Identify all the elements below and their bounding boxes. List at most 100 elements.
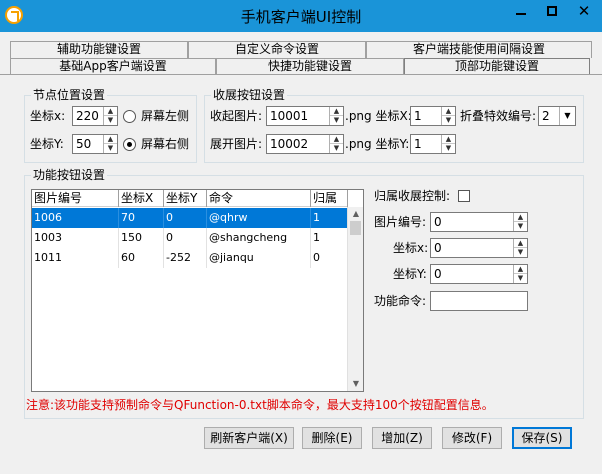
close-icon: ✕: [577, 1, 591, 20]
expand-img-value: 10002: [270, 137, 309, 151]
tab-basic-app[interactable]: 基础App客户端设置: [10, 58, 216, 75]
maximize-button[interactable]: [536, 0, 568, 22]
node-y-label: 坐标Y:: [30, 137, 64, 151]
spinner-arrows-icon[interactable]: ▲ ▼: [441, 107, 455, 125]
node-position-title: 节点位置设置: [31, 88, 108, 102]
img-no-label: 图片编号:: [374, 215, 427, 229]
delete-button[interactable]: 删除(E): [302, 427, 362, 449]
table-cell: 60: [119, 248, 164, 268]
radio-screen-left[interactable]: [123, 110, 136, 123]
tab-top-function-keys[interactable]: 顶部功能键设置: [404, 58, 590, 75]
table-cell: 0: [164, 228, 207, 248]
img-no-spinner[interactable]: 0 ▲ ▼: [430, 212, 528, 232]
spinner-arrows-icon[interactable]: ▲ ▼: [329, 135, 343, 153]
spinner-arrows-icon[interactable]: ▲ ▼: [329, 107, 343, 125]
spinner-arrows-icon[interactable]: ▲ ▼: [513, 239, 527, 257]
fold-effect-select[interactable]: 2 ▼: [538, 106, 576, 126]
table-cell: 70: [119, 208, 164, 228]
spinner-arrows-icon[interactable]: ▲ ▼: [513, 213, 527, 231]
scroll-up-icon[interactable]: ▲: [348, 207, 363, 221]
save-button[interactable]: 保存(S): [512, 427, 572, 449]
table-cell: @qhrw: [207, 208, 311, 228]
table-cell: @jianqu: [207, 248, 311, 268]
tab-custom-commands[interactable]: 自定义命令设置: [188, 41, 366, 58]
table-cell: 1011: [32, 248, 119, 268]
column-header[interactable]: 命令: [207, 190, 311, 207]
spinner-arrows-icon[interactable]: ▲ ▼: [513, 265, 527, 283]
collapse-button-title: 收展按钮设置: [211, 88, 288, 102]
edit-y-value: 0: [434, 267, 442, 281]
spinner-arrows-icon[interactable]: ▲ ▼: [103, 107, 117, 125]
table-cell: 0: [311, 248, 348, 268]
function-buttons-table[interactable]: 图片编号 坐标X 坐标Y 命令 归属 1006 70 0 @qhrw 1 100…: [31, 189, 364, 392]
tab-skill-interval[interactable]: 客户端技能使用间隔设置: [366, 41, 592, 58]
table-cell: 1: [311, 228, 348, 248]
radio-screen-left-label: 屏幕左侧: [141, 109, 190, 123]
spinner-arrows-icon[interactable]: ▲ ▼: [103, 135, 117, 153]
png-x-value: 1: [414, 109, 422, 123]
tab-aux-keys[interactable]: 辅助功能键设置: [10, 41, 188, 58]
column-header[interactable]: 图片编号: [32, 190, 119, 207]
table-row[interactable]: 1006 70 0 @qhrw 1: [32, 208, 348, 228]
collapse-button-group: 收展按钮设置: [204, 88, 584, 163]
table-cell: @shangcheng: [207, 228, 311, 248]
table-cell: 0: [164, 208, 207, 228]
refresh-client-button[interactable]: 刷新客户端(X): [204, 427, 294, 449]
cmd-label: 功能命令:: [374, 294, 427, 308]
scroll-thumb[interactable]: [350, 221, 361, 235]
radio-screen-right[interactable]: [123, 138, 136, 151]
table-row[interactable]: 1011 60 -252 @jianqu 0: [32, 248, 348, 268]
table-cell: 1: [311, 208, 348, 228]
function-buttons-title: 功能按钮设置: [31, 168, 108, 182]
close-button[interactable]: ✕: [566, 0, 602, 22]
node-y-spinner[interactable]: 50 ▲ ▼: [72, 134, 118, 154]
table-row[interactable]: 1003 150 0 @shangcheng 1: [32, 228, 348, 248]
add-button[interactable]: 增加(Z): [372, 427, 432, 449]
table-cell: 150: [119, 228, 164, 248]
minimize-button[interactable]: [505, 0, 537, 22]
node-x-spinner[interactable]: 220 ▲ ▼: [72, 106, 118, 126]
png-x-spinner[interactable]: 1 ▲ ▼: [410, 106, 456, 126]
belong-label: 归属收展控制:: [374, 189, 451, 203]
expand-img-spinner[interactable]: 10002 ▲ ▼: [266, 134, 344, 154]
tab-shortcut-keys[interactable]: 快捷功能键设置: [216, 58, 404, 75]
collapse-img-spinner[interactable]: 10001 ▲ ▼: [266, 106, 344, 126]
table-cell: -252: [164, 248, 207, 268]
table-cell: 1006: [32, 208, 119, 228]
minimize-icon: [516, 13, 526, 15]
spinner-arrows-icon[interactable]: ▲ ▼: [441, 135, 455, 153]
title-bar: 手机客户端UI控制 ✕: [0, 0, 602, 32]
node-x-label: 坐标x:: [30, 109, 66, 123]
png-y-spinner[interactable]: 1 ▲ ▼: [410, 134, 456, 154]
png-y-value: 1: [414, 137, 422, 151]
node-y-value: 50: [76, 137, 92, 151]
table-scrollbar[interactable]: ▲ ▼: [347, 207, 363, 391]
collapse-img-value: 10001: [270, 109, 309, 123]
column-header[interactable]: 坐标X: [119, 190, 164, 207]
edit-y-spinner[interactable]: 0 ▲ ▼: [430, 264, 528, 284]
modify-button[interactable]: 修改(F): [442, 427, 502, 449]
notice-text: 注意:该功能支持预制命令与QFunction-0.txt脚本命令，最大支持100…: [26, 398, 494, 412]
tab-divider: [0, 74, 602, 75]
radio-screen-right-label: 屏幕右侧: [141, 137, 190, 151]
edit-x-value: 0: [434, 241, 442, 255]
column-header[interactable]: 归属: [311, 190, 348, 207]
table-header: 图片编号 坐标X 坐标Y 命令 归属: [32, 190, 348, 207]
img-no-value: 0: [434, 215, 442, 229]
fold-effect-label: 折叠特效编号:: [460, 109, 537, 123]
maximize-icon: [547, 6, 557, 16]
edit-x-label: 坐标x:: [393, 241, 429, 255]
fold-effect-value: 2: [542, 109, 550, 123]
png-y-label: .png 坐标Y:: [345, 137, 410, 151]
table-cell: 1003: [32, 228, 119, 248]
expand-img-label: 展开图片:: [210, 137, 263, 151]
node-x-value: 220: [76, 109, 99, 123]
scroll-down-icon[interactable]: ▼: [348, 377, 363, 391]
collapse-img-label: 收起图片:: [210, 109, 263, 123]
column-header[interactable]: 坐标Y: [164, 190, 207, 207]
edit-x-spinner[interactable]: 0 ▲ ▼: [430, 238, 528, 258]
cmd-input[interactable]: [430, 291, 528, 311]
png-x-label: .png 坐标X:: [345, 109, 412, 123]
belong-checkbox[interactable]: [458, 190, 470, 202]
chevron-down-icon[interactable]: ▼: [559, 107, 575, 125]
